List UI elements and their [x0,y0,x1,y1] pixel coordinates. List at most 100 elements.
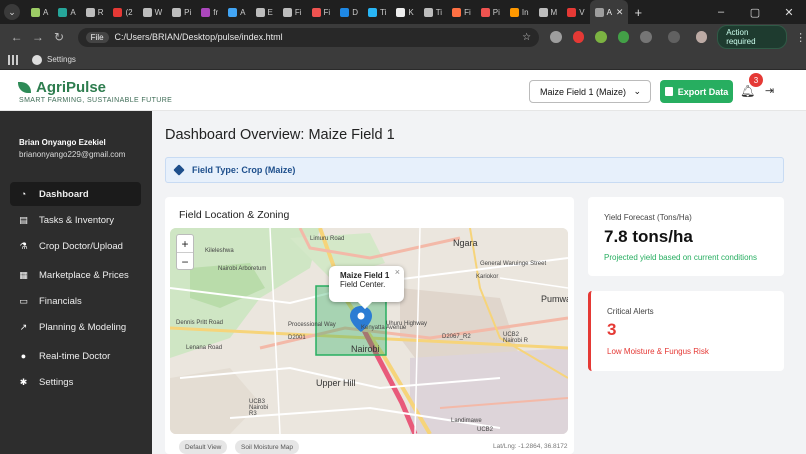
sidebar-item-financials[interactable]: ▭ Financials [10,289,141,313]
browser-menu-icon[interactable]: ⋮ [795,31,806,44]
field-map[interactable]: + − Limuru Road Kileleshwa Nairobi Arbor… [170,228,568,434]
tab-favicon-icon [142,7,152,17]
tab-favicon-icon [85,7,95,17]
map-label-uhuru: Uhuru Highway [386,321,428,327]
browser-tab[interactable]: A [53,0,80,24]
field-select[interactable]: Maize Field 1 (Maize) ⌄ [529,80,651,103]
browser-tab[interactable]: Ti [363,0,391,24]
browser-tab[interactable]: A [26,0,53,24]
browser-tab[interactable]: (2 [108,0,137,24]
extension-icon[interactable] [595,31,607,43]
tab-label: W [154,7,163,17]
tab-favicon-icon [113,7,123,17]
browser-tab[interactable]: Fi [278,0,307,24]
sidebar: Brian Onyango Ezekiel brianonyango229@gm… [0,111,152,454]
browser-tab[interactable]: fr [196,0,223,24]
site-info-chip[interactable]: File [85,31,109,43]
browser-tab[interactable]: W [138,0,168,24]
browser-tab[interactable]: Pi [476,0,505,24]
map-label-nairobi: Nairobi [351,344,380,354]
history-icon[interactable] [668,31,680,43]
tab-label: Ti [435,7,443,17]
logo[interactable]: AgriPulse [18,79,106,96]
tab-list: A A R (2 W Pi fr A E Fi Fi D Ti K Ti Fi Pi In M V [26,0,590,24]
browser-tab[interactable]: R [81,0,109,24]
extension-icon[interactable] [572,31,585,43]
browser-tab[interactable]: Fi [447,0,476,24]
forward-icon[interactable]: → [27,30,48,44]
yield-forecast-card: Yield Forecast (Tons/Ha) 7.8 tons/ha Pro… [588,197,784,276]
sidebar-item-real-time-doctor[interactable]: ● Real-time Doctor [10,344,141,368]
sidebar-item-marketplace-prices[interactable]: ▦ Marketplace & Prices [10,263,141,287]
browser-tab[interactable]: D [335,0,363,24]
address-bar[interactable]: File C:/Users/BRIAN/Desktop/pulse/index.… [77,27,540,47]
map-card: Field Location & Zoning + − Limuru Road … [165,197,574,454]
back-icon[interactable]: ← [6,30,27,44]
sidebar-item-crop-doctor-upload[interactable]: ⚗ Crop Doctor/Upload [10,234,141,258]
tab-favicon-icon [423,7,433,17]
profile-avatar[interactable] [695,31,708,43]
close-tab-icon[interactable]: ✕ [616,7,624,18]
browser-tab[interactable]: M [534,0,563,24]
close-window-button[interactable]: ✕ [772,6,806,19]
zoom-in-button[interactable]: + [177,235,193,252]
map-label-d2001: D2001 [288,335,306,341]
tab-label: A [606,7,612,17]
tab-label: Fi [294,7,302,17]
browser-tab-strip: ⌄ A A R (2 W Pi fr A E Fi Fi D Ti K Ti Fi Pi In M V A ✕ + –… [0,0,806,24]
export-data-button[interactable]: Export Data [660,80,733,103]
field-type-text: Field Type: Crop (Maize) [192,165,296,175]
tab-label: Fi [464,7,471,17]
chart-icon: ↗ [19,321,28,332]
browser-tab[interactable]: A [223,0,250,24]
browser-tab[interactable]: V [562,0,589,24]
new-tab-button[interactable]: + [634,5,642,20]
tab-label: In [521,7,529,17]
github-icon [32,54,42,65]
shield-extension-icon[interactable] [617,31,630,43]
sidebar-item-label: Real-time Doctor [39,350,111,362]
tab-search-icon[interactable]: ⌄ [4,4,20,20]
field-type-banner: Field Type: Crop (Maize) [165,157,784,183]
map-tab-soil-moisture[interactable]: Soil Moisture Map [235,440,300,454]
extension-icon[interactable] [550,31,562,43]
financials-icon: ▭ [19,295,28,306]
sidebar-item-tasks-inventory[interactable]: ▤ Tasks & Inventory [10,208,141,232]
tasks-icon: ▤ [19,214,28,225]
tab-favicon-icon [538,7,548,17]
browser-tab[interactable]: Ti [419,0,447,24]
map-label-ngara: Ngara [453,238,478,248]
zoom-out-button[interactable]: − [177,253,193,270]
tab-active[interactable]: A ✕ [589,0,629,24]
action-required-button[interactable]: Action required [717,25,788,49]
apps-grid-icon[interactable] [8,54,18,65]
tab-favicon-icon [340,7,350,17]
bookmark-settings[interactable]: Settings [47,55,76,64]
sidebar-item-dashboard[interactable]: ◔ Dashboard [10,182,141,206]
doctor-icon: ● [20,351,27,361]
tab-favicon-icon [201,7,211,17]
sidebar-item-label: Marketplace & Prices [39,269,129,281]
map-tab-default[interactable]: Default View [179,440,228,454]
browser-toolbar: ← → ↻ File C:/Users/BRIAN/Desktop/pulse/… [0,24,806,50]
browser-tab[interactable]: Fi [307,0,336,24]
bookmark-star-icon[interactable]: ☆ [522,32,531,43]
map-tiles [170,228,568,434]
browser-tab[interactable]: Pi [167,0,196,24]
browser-tab[interactable]: In [505,0,534,24]
browser-tab[interactable]: K [391,0,418,24]
map-label-dennis-pritt: Dennis Pritt Road [176,320,224,326]
logout-icon[interactable]: ⇥ [765,84,774,97]
minimize-button[interactable]: – [704,6,738,18]
crop-doctor-icon: ⚗ [19,240,28,251]
browser-tab[interactable]: E [251,0,278,24]
tab-label: A [240,7,246,17]
user-email: brianonyango229@gmail.com [19,150,126,159]
sidebar-item-planning-modeling[interactable]: ↗ Planning & Modeling [10,315,141,339]
reload-icon[interactable]: ↻ [48,30,69,44]
maximize-button[interactable]: ▢ [738,6,772,19]
puzzle-extensions-icon[interactable] [640,31,653,43]
dashboard-icon: ◔ [20,189,27,199]
popup-close-icon[interactable]: × [395,267,400,277]
sidebar-item-settings[interactable]: ✱ Settings [10,370,141,394]
